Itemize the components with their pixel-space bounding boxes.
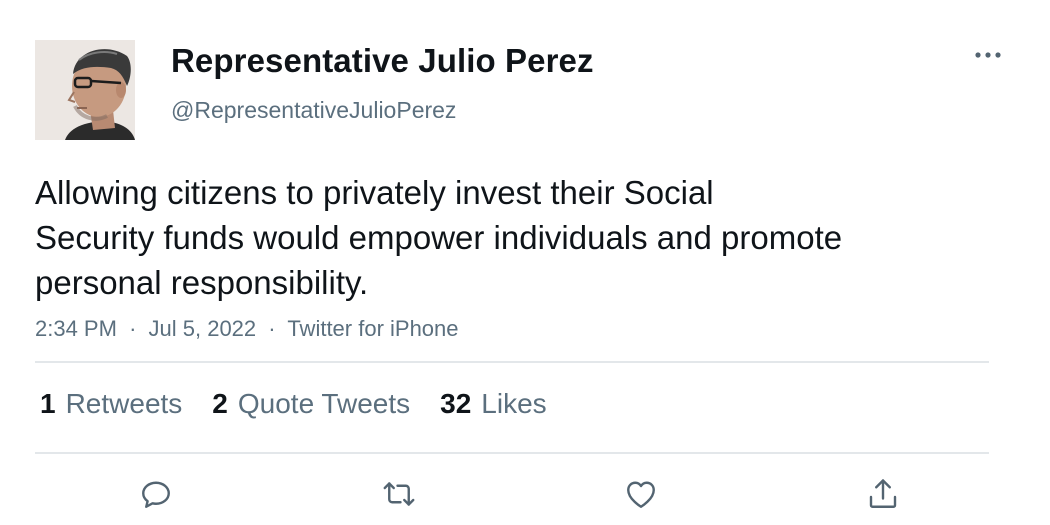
retweet-button[interactable]	[379, 474, 419, 514]
more-options-button[interactable]	[968, 40, 1008, 70]
quote-tweets-label: Quote Tweets	[237, 388, 411, 419]
share-button[interactable]	[863, 474, 903, 514]
avatar[interactable]	[35, 40, 135, 140]
engagement-stats: 1 Retweets 2 Quote Tweets 32 Likes	[40, 388, 577, 420]
quote-tweets-count: 2	[212, 388, 228, 419]
tweet-text-line: personal responsibility.	[35, 264, 369, 301]
tweet-text-line: Allowing citizens to privately invest th…	[35, 174, 714, 211]
tweet-text: Allowing citizens to privately invest th…	[35, 170, 975, 305]
divider	[35, 452, 989, 454]
likes-stat[interactable]: 32 Likes	[440, 388, 547, 420]
tweet-metadata: 2:34 PM · Jul 5, 2022 · Twitter for iPho…	[35, 316, 459, 342]
retweet-icon	[383, 482, 415, 506]
retweets-stat[interactable]: 1 Retweets	[40, 388, 182, 420]
tweet-date[interactable]: Jul 5, 2022	[149, 316, 257, 341]
tweet-text-line: Security funds would empower individuals…	[35, 219, 843, 256]
tweet-card: Representative Julio Perez @Representati…	[0, 0, 1050, 525]
like-button[interactable]	[621, 474, 661, 514]
more-horizontal-icon	[975, 52, 1001, 58]
divider	[35, 361, 989, 363]
meta-separator: ·	[268, 316, 276, 341]
share-icon	[869, 479, 897, 508]
author-display-name[interactable]: Representative Julio Perez	[171, 42, 594, 80]
likes-label: Likes	[481, 388, 547, 419]
tweet-source[interactable]: Twitter for iPhone	[287, 316, 458, 341]
quote-tweets-stat[interactable]: 2 Quote Tweets	[212, 388, 410, 420]
retweets-count: 1	[40, 388, 56, 419]
reply-button[interactable]	[136, 474, 176, 514]
likes-count: 32	[440, 388, 472, 419]
heart-icon	[627, 481, 655, 508]
author-handle[interactable]: @RepresentativeJulioPerez	[171, 97, 456, 124]
meta-separator: ·	[129, 316, 137, 341]
reply-icon	[142, 481, 170, 508]
retweets-label: Retweets	[65, 388, 183, 419]
tweet-time[interactable]: 2:34 PM	[35, 316, 117, 341]
